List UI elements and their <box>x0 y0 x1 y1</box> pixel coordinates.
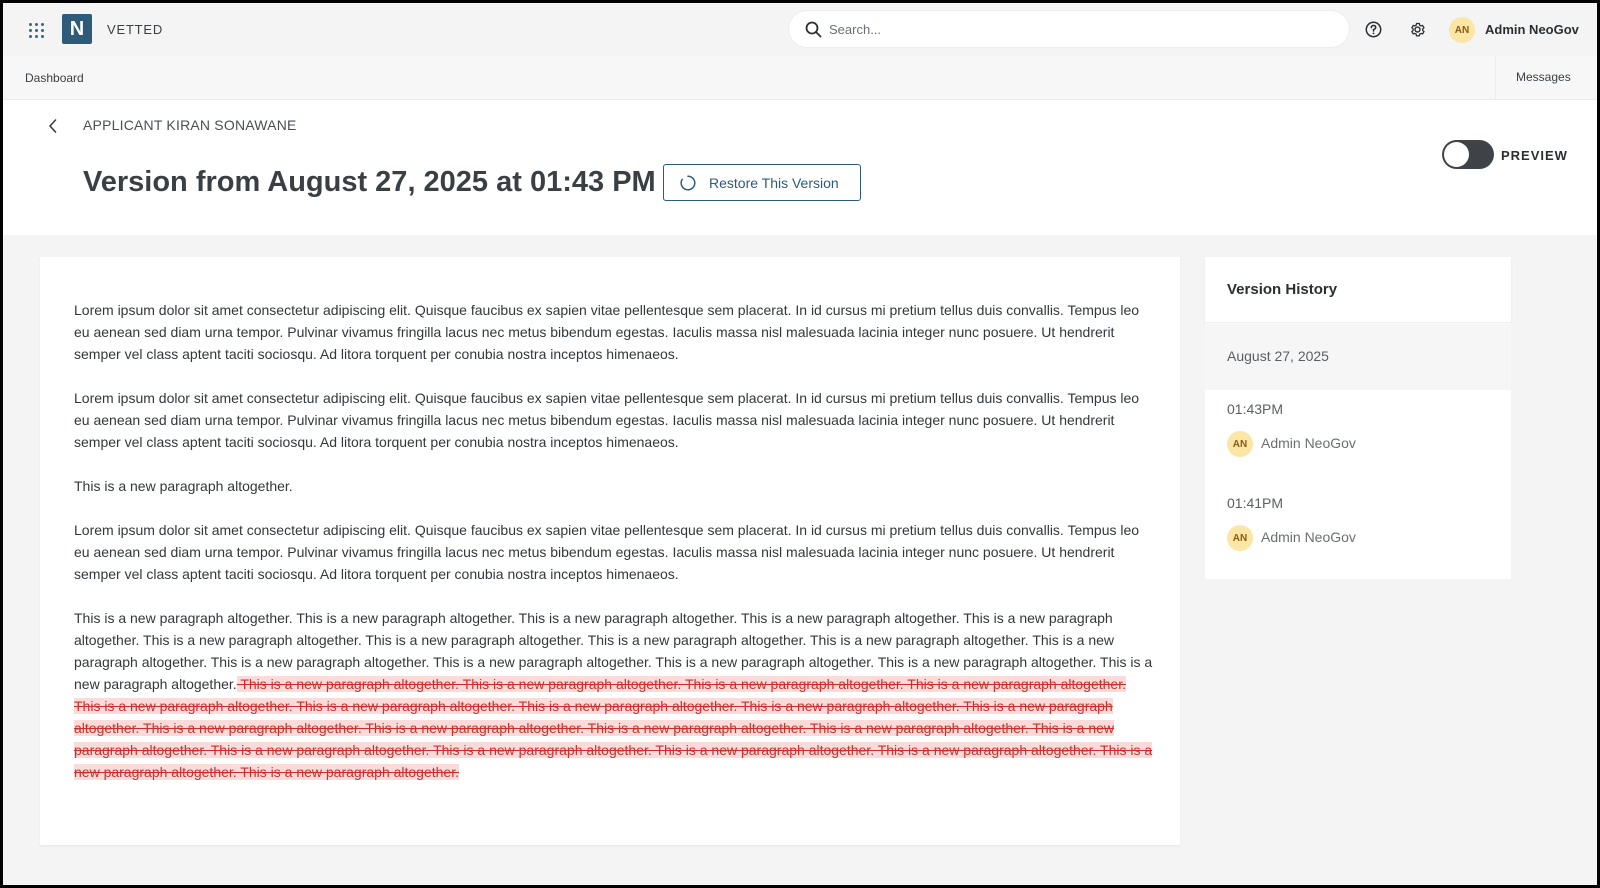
version-time: 01:41PM <box>1227 495 1284 511</box>
top-bar: N VETTED AN Admin NeoGov <box>3 3 1597 56</box>
version-history-title: Version History <box>1227 281 1338 298</box>
version-entry[interactable]: 01:41PM AN Admin NeoGov <box>1227 495 1487 575</box>
preview-toggle-knob <box>1444 142 1469 167</box>
nav-bar: Dashboard Messages <box>3 56 1597 100</box>
version-entry[interactable]: 01:43PM AN Admin NeoGov <box>1227 401 1487 481</box>
breadcrumb: APPLICANT KIRAN SONAWANE <box>83 117 297 133</box>
preview-toggle[interactable] <box>1442 140 1494 169</box>
apps-grid-icon[interactable] <box>29 23 45 39</box>
version-history-header: Version History <box>1205 257 1511 323</box>
avatar: AN <box>1227 431 1253 457</box>
nav-dashboard-link[interactable]: Dashboard <box>25 71 84 85</box>
version-date-label: August 27, 2025 <box>1227 348 1329 364</box>
document-card: Lorem ipsum dolor sit amet consectetur a… <box>40 257 1180 845</box>
gear-icon[interactable] <box>1409 21 1426 38</box>
app-window: N VETTED AN Admin NeoGov Dashboard Messa… <box>3 3 1597 885</box>
paragraph: Lorem ipsum dolor sit amet consectetur a… <box>74 522 1140 582</box>
user-avatar[interactable]: AN <box>1449 17 1475 43</box>
restore-version-button[interactable]: Restore This Version <box>663 164 861 201</box>
version-time: 01:43PM <box>1227 401 1284 417</box>
app-logo[interactable]: N <box>62 14 92 44</box>
page-title: Version from August 27, 2025 at 01:43 PM <box>83 166 656 198</box>
nav-messages-label: Messages <box>1516 70 1571 84</box>
search-icon <box>805 21 822 38</box>
restore-version-label: Restore This Version <box>709 175 839 191</box>
search-bar[interactable] <box>789 11 1349 47</box>
user-name[interactable]: Admin NeoGov <box>1485 22 1579 37</box>
paragraph-with-deletion: This is a new paragraph altogether. This… <box>74 607 1154 783</box>
version-author: Admin NeoGov <box>1261 435 1356 451</box>
paragraph: Lorem ipsum dolor sit amet consectetur a… <box>74 302 1140 362</box>
version-history-date: August 27, 2025 <box>1205 324 1511 390</box>
paragraph: Lorem ipsum dolor sit amet consectetur a… <box>74 390 1140 450</box>
nav-messages-link[interactable]: Messages <box>1495 56 1597 99</box>
paragraph: This is a new paragraph altogether. <box>74 478 293 494</box>
avatar: AN <box>1227 525 1253 551</box>
restore-icon <box>680 175 696 191</box>
preview-label: PREVIEW <box>1501 148 1568 163</box>
search-input[interactable] <box>829 19 1329 39</box>
version-author: Admin NeoGov <box>1261 529 1356 545</box>
brand-name: VETTED <box>107 22 164 37</box>
chevron-left-icon[interactable] <box>47 118 59 134</box>
version-history-panel: Version History August 27, 2025 01:43PM … <box>1205 257 1511 579</box>
document-body: Lorem ipsum dolor sit amet consectetur a… <box>74 299 1154 805</box>
page-header: APPLICANT KIRAN SONAWANE Version from Au… <box>3 100 1597 235</box>
help-icon[interactable] <box>1365 21 1382 38</box>
